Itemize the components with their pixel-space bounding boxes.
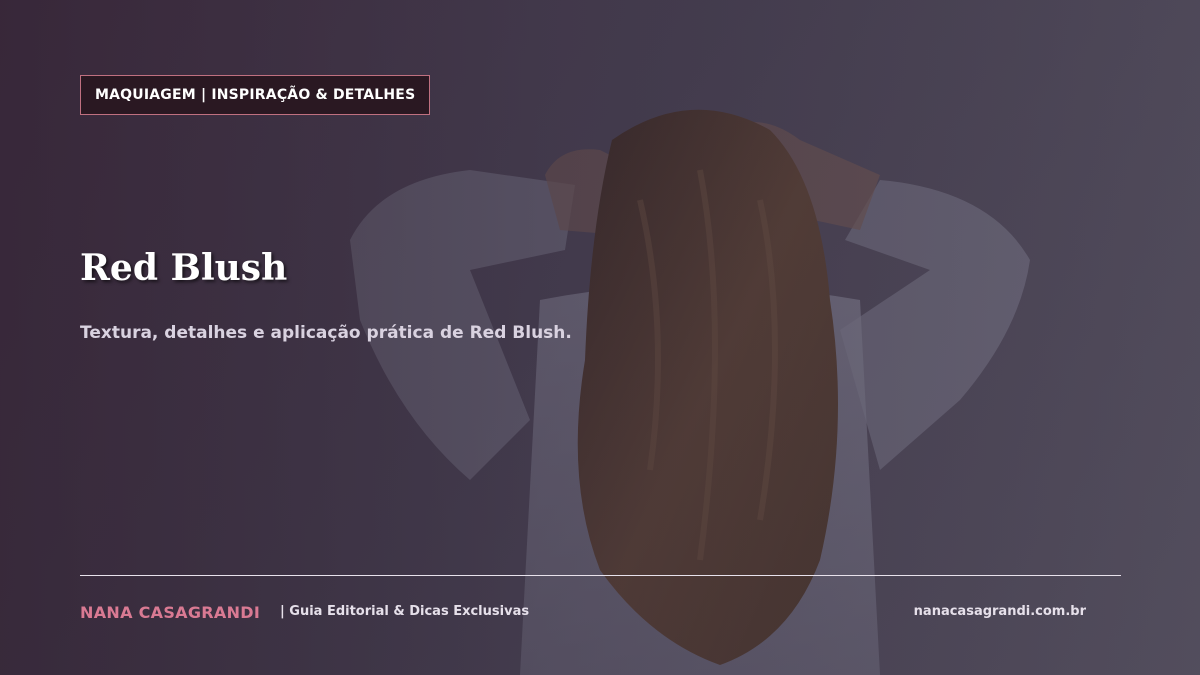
category-badge[interactable]: MAQUIAGEM | INSPIRAÇÃO & DETALHES [80, 75, 431, 115]
page-subtitle: Textura, detalhes e aplicação prática de… [80, 323, 572, 343]
page-title: Red Blush [80, 247, 288, 289]
footer-divider [80, 575, 1121, 576]
hero-banner: MAQUIAGEM | INSPIRAÇÃO & DETALHES Red Bl… [0, 0, 1200, 675]
website-link[interactable]: nanacasagrandi.com.br [914, 604, 1086, 619]
brand-tagline: | Guia Editorial & Dicas Exclusivas [280, 604, 530, 619]
brand-name[interactable]: NANA CASAGRANDI [80, 603, 260, 622]
